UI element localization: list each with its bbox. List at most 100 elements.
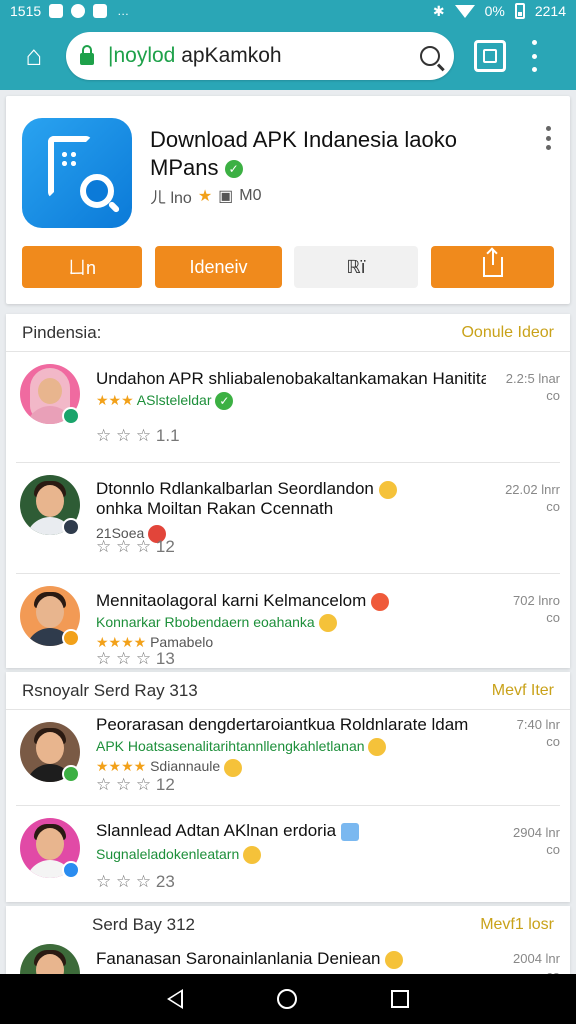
item-time: 22.02 lnrr co [505, 482, 560, 514]
star-icon: ★ [197, 188, 213, 205]
badge-icon [62, 629, 80, 647]
browser-toolbar: ⌂ |noylod apKamkoh [0, 22, 576, 90]
app-card: Download APK Indanesia laoko MPans ✓ ㄦ l… [6, 96, 570, 304]
messenger-icon [71, 4, 86, 18]
app-icon[interactable] [22, 118, 132, 228]
overflow-menu-icon[interactable] [528, 40, 540, 72]
item-actions[interactable]: ☆ ☆ ☆ 12 [96, 775, 175, 795]
more-notifications-icon: … [117, 4, 130, 18]
share-button[interactable] [431, 246, 554, 288]
item-time: 2004 lnrco [513, 951, 560, 974]
item-actions[interactable]: ☆ ☆ ☆ 12 [96, 537, 175, 557]
emoji-icon [370, 592, 389, 611]
section-reviews-2: Rsnoyalr Serd Ray 313 Mevf Iter Peoraras… [6, 672, 570, 902]
item-time: 2904 lnr co [513, 825, 560, 857]
url-text[interactable]: |noylod apKamkoh [108, 44, 420, 68]
app-title-line2: MPans [150, 155, 219, 180]
item-subtitle: APK Hoatsasenalitarihtannllengkahletlana… [96, 736, 387, 777]
status-left: 1515 … [10, 3, 131, 19]
item-time: 702 lnro co [513, 593, 560, 625]
notification-icon [49, 4, 64, 18]
url-bar[interactable]: |noylod apKamkoh [66, 32, 454, 80]
avatar[interactable] [20, 944, 80, 974]
section-reviews-3: Serd Bay 312 Mevf1 losr Fananasan Sarona… [6, 906, 570, 974]
share-icon [482, 249, 503, 277]
system-nav-bar [0, 974, 576, 1024]
badge-icon [62, 765, 80, 783]
item-title: Dtonnlo Rdlankalbarlan Seordlandon onhka… [96, 479, 486, 519]
section-more-link[interactable]: Oonule Ideor [461, 324, 554, 342]
section-title: Pindensia: [22, 322, 102, 342]
badge-icon [62, 518, 80, 536]
section-reviews: Pindensia: Oonule Ideor Undahon APR shli… [6, 314, 570, 668]
file-icon: ▣ [218, 188, 234, 205]
item-actions[interactable]: ☆ ☆ ☆ 23 [96, 872, 175, 892]
emoji-icon [243, 846, 262, 865]
app-title-line1: Download APK Indanesia laoko [150, 127, 457, 152]
meta-size: M0 [239, 187, 262, 204]
recents-icon[interactable] [391, 990, 409, 1008]
item-time: 2.2:5 lnar co [505, 371, 560, 403]
list-item[interactable]: Fananasan Saronainlanlania Deniean 2004 … [16, 944, 560, 974]
search-icon[interactable] [420, 46, 440, 66]
section-header: Pindensia: Oonule Ideor [6, 314, 570, 352]
item-subtitle: Sugnaleladokenleatarn [96, 846, 262, 865]
item-actions[interactable]: ☆ ☆ ☆ 1.1 [96, 426, 180, 446]
list-item[interactable]: Peorarasan dengdertaroiantkua Roldnlarat… [16, 710, 560, 806]
check-icon: ✓ [215, 392, 234, 411]
section-title: Rsnoyalr Serd Ray 313 [22, 680, 198, 700]
item-subtitle: ★★★ ASlsteleldar ✓ [96, 392, 234, 411]
section-more-link[interactable]: Mevf1 losr [480, 916, 554, 934]
tabs-icon-inner [483, 49, 497, 63]
item-title: Mennitaolagoral karni Kelmancelom [96, 590, 486, 612]
app-title: Download APK Indanesia laoko MPans ✓ [150, 126, 520, 182]
action-buttons: ㄩn Ideneiv ℝї [22, 246, 554, 288]
list-item[interactable]: Slannlead Adtan AKlnan erdoria Sugnalela… [16, 806, 560, 902]
home-circle-icon[interactable] [277, 989, 297, 1009]
item-actions[interactable]: ☆ ☆ ☆ 13 [96, 649, 175, 669]
status-time-right: 2214 [534, 3, 566, 19]
count-button[interactable]: ℝї [294, 246, 418, 288]
item-title: Peorarasan dengdertaroiantkua Roldnlarat… [96, 715, 469, 734]
card-more-icon[interactable] [546, 126, 552, 150]
url-prefix: |noylod [108, 44, 176, 67]
item-time: 7:40 lnr co [516, 717, 560, 749]
app-notification-icon [93, 4, 108, 18]
magnifier-icon [80, 174, 114, 208]
verified-icon: ✓ [224, 160, 243, 179]
list-item[interactable]: Mennitaolagoral karni Kelmancelom Konnar… [16, 574, 560, 685]
battery-icon [514, 3, 525, 19]
section-more-link[interactable]: Mevf Iter [492, 682, 554, 700]
emoji-icon [385, 950, 404, 969]
battery-text: 0% [484, 3, 505, 19]
status-right: ✱ 0% 2214 [433, 3, 566, 20]
emoji-icon [368, 738, 387, 757]
list-item[interactable]: Dtonnlo Rdlankalbarlan Seordlandon onhka… [16, 463, 560, 574]
url-suffix: amkoh [218, 44, 282, 67]
emoji-icon [318, 614, 337, 633]
item-subtitle: Konnarkar Rbobendaern eoahanka ★★★★ Pama… [96, 612, 337, 652]
item-title: Fananasan Saronainlanlania Deniean [96, 948, 486, 970]
tabs-icon[interactable] [474, 40, 506, 72]
bluetooth-icon: ✱ [432, 2, 445, 19]
item-title: Undahon APR shliabalenobakaltankamakan H… [96, 369, 486, 388]
download-button[interactable]: ㄩn [22, 246, 142, 288]
list-item[interactable]: Undahon APR shliabalenobakaltankamakan H… [16, 352, 560, 463]
home-icon[interactable]: ⌂ [12, 34, 56, 78]
item-title: Slannlead Adtan AKlnan erdoria [96, 820, 486, 842]
meta-downloads: ㄦ lno [150, 190, 192, 207]
verified-badge-icon [62, 407, 80, 425]
section-header: Rsnoyalr Serd Ray 313 Mevf Iter [6, 672, 570, 710]
url-main: apK [181, 44, 219, 67]
lock-icon [80, 44, 94, 65]
wifi-icon [454, 4, 475, 18]
back-icon[interactable] [167, 989, 183, 1009]
dots-icon [60, 150, 78, 168]
emoji-icon [378, 480, 397, 499]
emoji-icon [224, 758, 243, 777]
status-time-left: 1515 [10, 3, 42, 19]
badge-icon [62, 861, 80, 879]
details-button[interactable]: Ideneiv [155, 246, 282, 288]
card-icon [340, 822, 359, 841]
section-title: Serd Bay 312 [92, 915, 196, 934]
